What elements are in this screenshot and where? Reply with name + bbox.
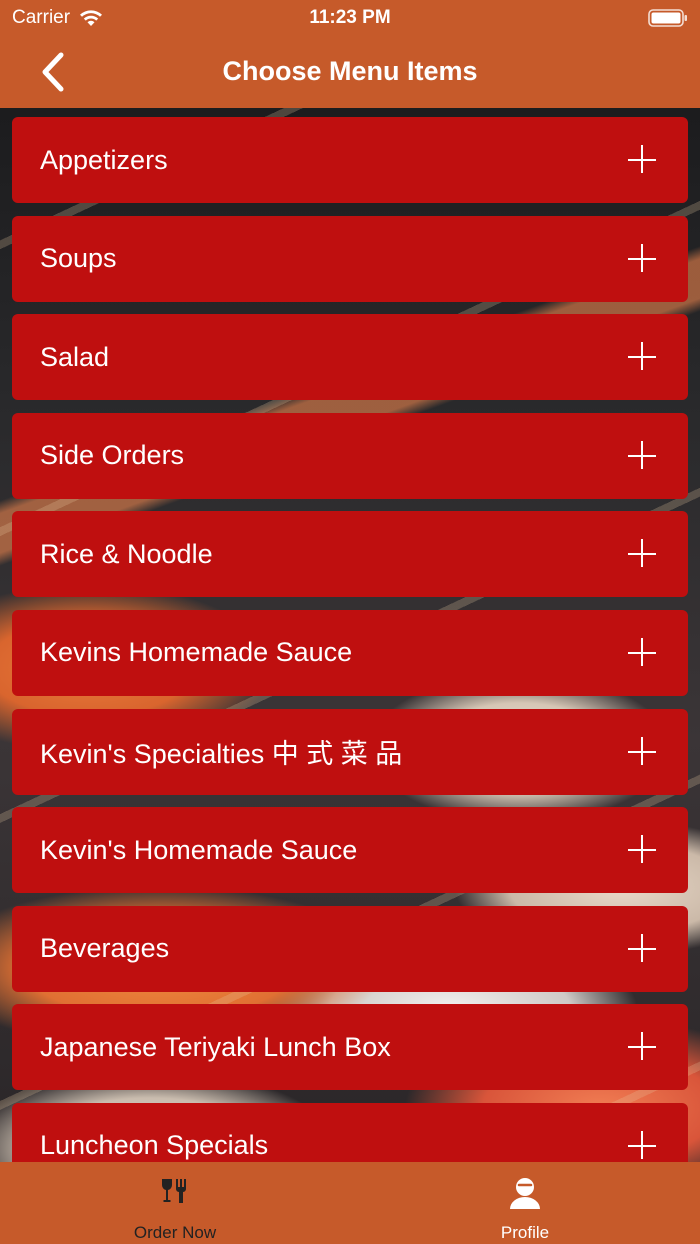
menu-category-item[interactable]: Kevins Homemade Sauce	[12, 609, 688, 696]
menu-category-item[interactable]: Soups	[12, 215, 688, 302]
plus-icon[interactable]	[628, 1032, 658, 1062]
dining-icon	[161, 1179, 186, 1203]
menu-category-item[interactable]: Kevin's Homemade Sauce	[12, 807, 688, 894]
menu-category-item[interactable]: Salad	[12, 314, 688, 401]
plus-icon[interactable]	[628, 933, 658, 964]
menu-category-item[interactable]: Japanese Teriyaki Lunch Box	[12, 1004, 688, 1091]
plus-icon[interactable]	[628, 145, 658, 175]
menu-category-item[interactable]: Beverages	[12, 905, 688, 992]
menu-category-label: Kevin's Homemade Sauce	[40, 834, 358, 865]
tab-bar: Order Now Profile	[0, 1162, 700, 1244]
menu-category-label: Appetizers	[40, 144, 168, 175]
menu-category-item[interactable]: Rice & Noodle	[12, 511, 688, 598]
menu-category-label: Beverages	[40, 933, 170, 964]
status-time: 11:23 PM	[309, 7, 391, 28]
plus-icon[interactable]	[628, 539, 658, 569]
tab-label: Profile	[500, 1223, 550, 1242]
battery-icon	[648, 9, 687, 27]
person-icon	[510, 1178, 540, 1209]
plus-icon[interactable]	[628, 342, 658, 372]
tab-order-now[interactable]: Order Now	[0, 1162, 350, 1244]
menu-category-item[interactable]: Kevin's Specialties 中 式 菜 品	[12, 708, 688, 795]
menu-category-label: Soups	[40, 243, 117, 274]
plus-icon[interactable]	[628, 440, 658, 471]
menu-category-label: Japanese Teriyaki Lunch Box	[40, 1031, 391, 1062]
menu-category-item[interactable]: Side Orders	[12, 412, 688, 499]
menu-category-label: Salad	[40, 341, 110, 372]
menu-category-label: Side Orders	[40, 440, 185, 471]
menu-category-list: Appetizers Soups Salad Side Orders Rice …	[12, 117, 688, 1202]
menu-category-label: Kevin's Specialties 中 式 菜 品	[40, 739, 403, 770]
menu-category-item[interactable]: Appetizers	[12, 117, 688, 203]
plus-icon[interactable]	[628, 736, 658, 767]
menu-category-label: Rice & Noodle	[40, 538, 213, 569]
plus-icon[interactable]	[628, 835, 658, 865]
plus-icon[interactable]	[628, 1130, 658, 1161]
tab-profile[interactable]: Profile	[350, 1162, 700, 1244]
status-bar: Carrier 11:23 PM	[0, 0, 700, 36]
plus-icon[interactable]	[628, 637, 658, 668]
menu-category-label: Luncheon Specials	[40, 1130, 269, 1161]
header: Carrier 11:23 PM Choose Menu Items	[0, 0, 700, 108]
page-title: Choose Menu Items	[222, 56, 478, 86]
navigation-bar: Choose Menu Items	[0, 36, 700, 108]
plus-icon[interactable]	[628, 243, 658, 274]
menu-category-label: Kevins Homemade Sauce	[40, 637, 353, 668]
tab-label: Order Now	[133, 1223, 217, 1242]
